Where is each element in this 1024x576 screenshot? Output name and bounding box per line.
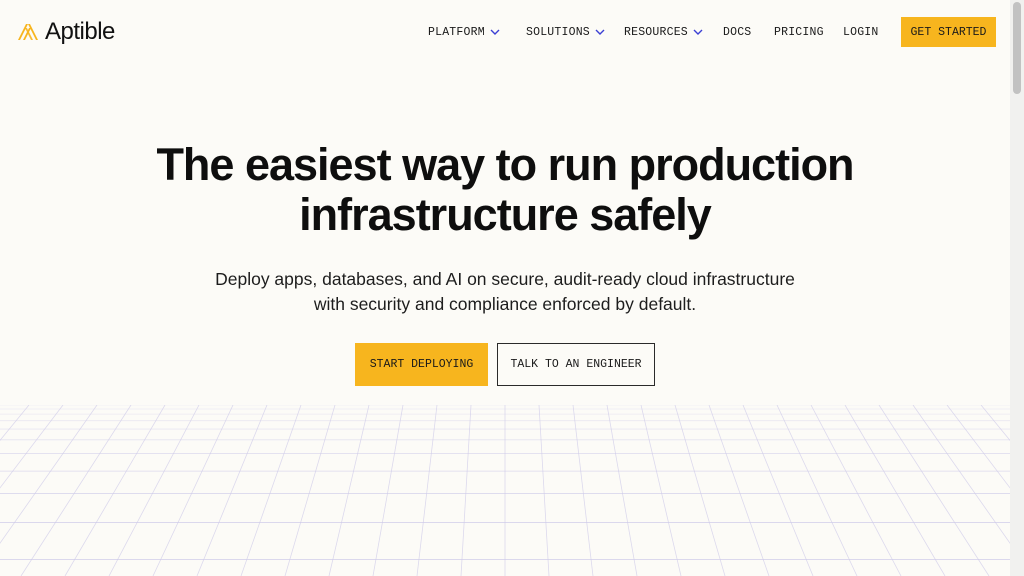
subtitle-line-1: Deploy apps, databases, and AI on secure…: [215, 269, 795, 289]
headline-line-1: The easiest way to run production: [156, 139, 854, 190]
nav-item-resources[interactable]: RESOURCES: [624, 24, 704, 40]
grid-line: [572, 405, 594, 576]
grid-line: [742, 405, 814, 576]
chevron-down-icon: [595, 29, 605, 35]
scrollbar-thumb[interactable]: [1013, 2, 1021, 94]
grid-line: [878, 405, 990, 576]
grid-line: [776, 405, 858, 576]
grid-line: [284, 405, 336, 576]
get-started-button[interactable]: GET STARTED: [901, 17, 996, 47]
grid-line: [0, 405, 30, 442]
grid-line: [538, 405, 550, 576]
perspective-grid-background: [0, 405, 1010, 576]
nav-item-label: SOLUTIONS: [526, 25, 590, 39]
grid-line: [810, 405, 902, 576]
chevron-down-icon: [693, 29, 703, 35]
grid-line: [844, 405, 946, 576]
grid-line: [196, 405, 268, 576]
grid-line: [0, 405, 64, 489]
nav-menu: PLATFORM SOLUTIONS RESOURCES DOCS PRICIN…: [0, 0, 1010, 64]
grid-line: [912, 405, 1010, 544]
grid-line: [20, 405, 132, 576]
grid-line: [460, 405, 472, 576]
talk-to-engineer-button[interactable]: TALK TO AN ENGINEER: [497, 343, 655, 386]
grid-line: [240, 405, 302, 576]
top-navigation: Aptible PLATFORM SOLUTIONS RESOURCES DOC…: [0, 0, 1010, 64]
grid-line: [152, 405, 234, 576]
nav-item-login[interactable]: LOGIN: [843, 24, 879, 40]
grid-line: [640, 405, 682, 576]
grid-line: [980, 405, 1010, 442]
grid-line: [0, 405, 98, 544]
grid-line: [108, 405, 200, 576]
grid-line: [64, 405, 166, 576]
grid-line: [328, 405, 370, 576]
nav-item-label: LOGIN: [843, 25, 879, 39]
nav-item-label: PRICING: [774, 25, 824, 39]
nav-item-label: PLATFORM: [428, 25, 485, 39]
subtitle-line-2: with security and compliance enforced by…: [313, 294, 697, 314]
hero-headline: The easiest way to run production infras…: [0, 140, 1010, 240]
grid-line: [416, 405, 438, 576]
hero-subtitle: Deploy apps, databases, and AI on secure…: [0, 267, 1010, 317]
page-scrollbar[interactable]: [1010, 0, 1024, 576]
nav-item-solutions[interactable]: SOLUTIONS: [526, 24, 606, 40]
grid-line: [946, 405, 1010, 489]
chevron-down-icon: [490, 29, 500, 35]
headline-line-2: infrastructure safely: [299, 189, 712, 240]
nav-item-platform[interactable]: PLATFORM: [428, 24, 501, 40]
grid-line: [606, 405, 638, 576]
grid-line: [674, 405, 726, 576]
start-deploying-button[interactable]: START DEPLOYING: [355, 343, 488, 386]
nav-item-docs[interactable]: DOCS: [723, 24, 751, 40]
nav-item-label: DOCS: [723, 25, 752, 39]
grid-line: [372, 405, 404, 576]
nav-item-pricing[interactable]: PRICING: [774, 24, 824, 40]
nav-item-label: RESOURCES: [624, 25, 688, 39]
grid-line: [708, 405, 770, 576]
